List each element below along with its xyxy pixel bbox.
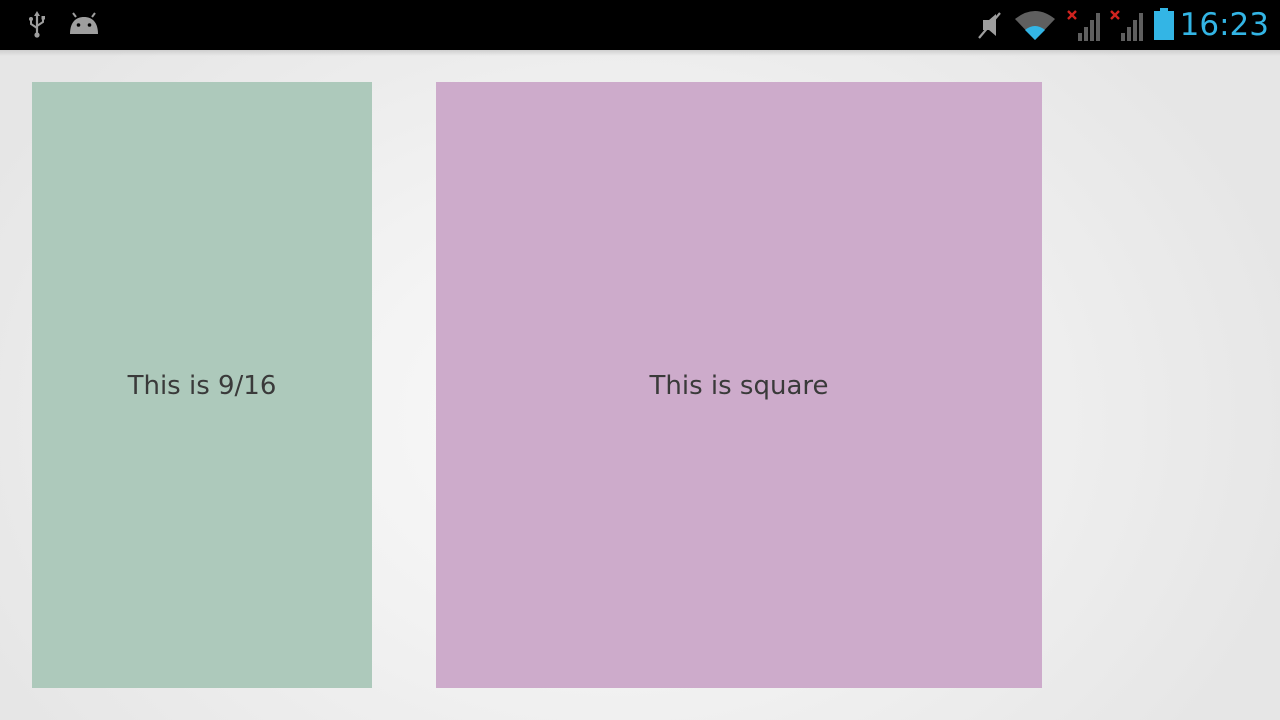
nine-sixteen-panel: This is 9/16 — [32, 82, 372, 688]
square-label: This is square — [649, 371, 829, 401]
signal-no-service-icon — [1067, 10, 1100, 41]
clock: 16:23 — [1179, 7, 1269, 43]
battery-icon — [1154, 8, 1174, 40]
android-debug-icon — [70, 12, 98, 34]
nine-sixteen-label: This is 9/16 — [127, 371, 277, 401]
mute-icon — [978, 12, 1001, 39]
status-bar: 16:23 — [0, 0, 1280, 50]
signal-no-service-icon — [1110, 10, 1143, 41]
square-panel: This is square — [436, 82, 1042, 688]
usb-icon — [29, 11, 45, 38]
status-bar-shadow — [0, 50, 1280, 56]
wifi-icon — [1015, 11, 1055, 40]
